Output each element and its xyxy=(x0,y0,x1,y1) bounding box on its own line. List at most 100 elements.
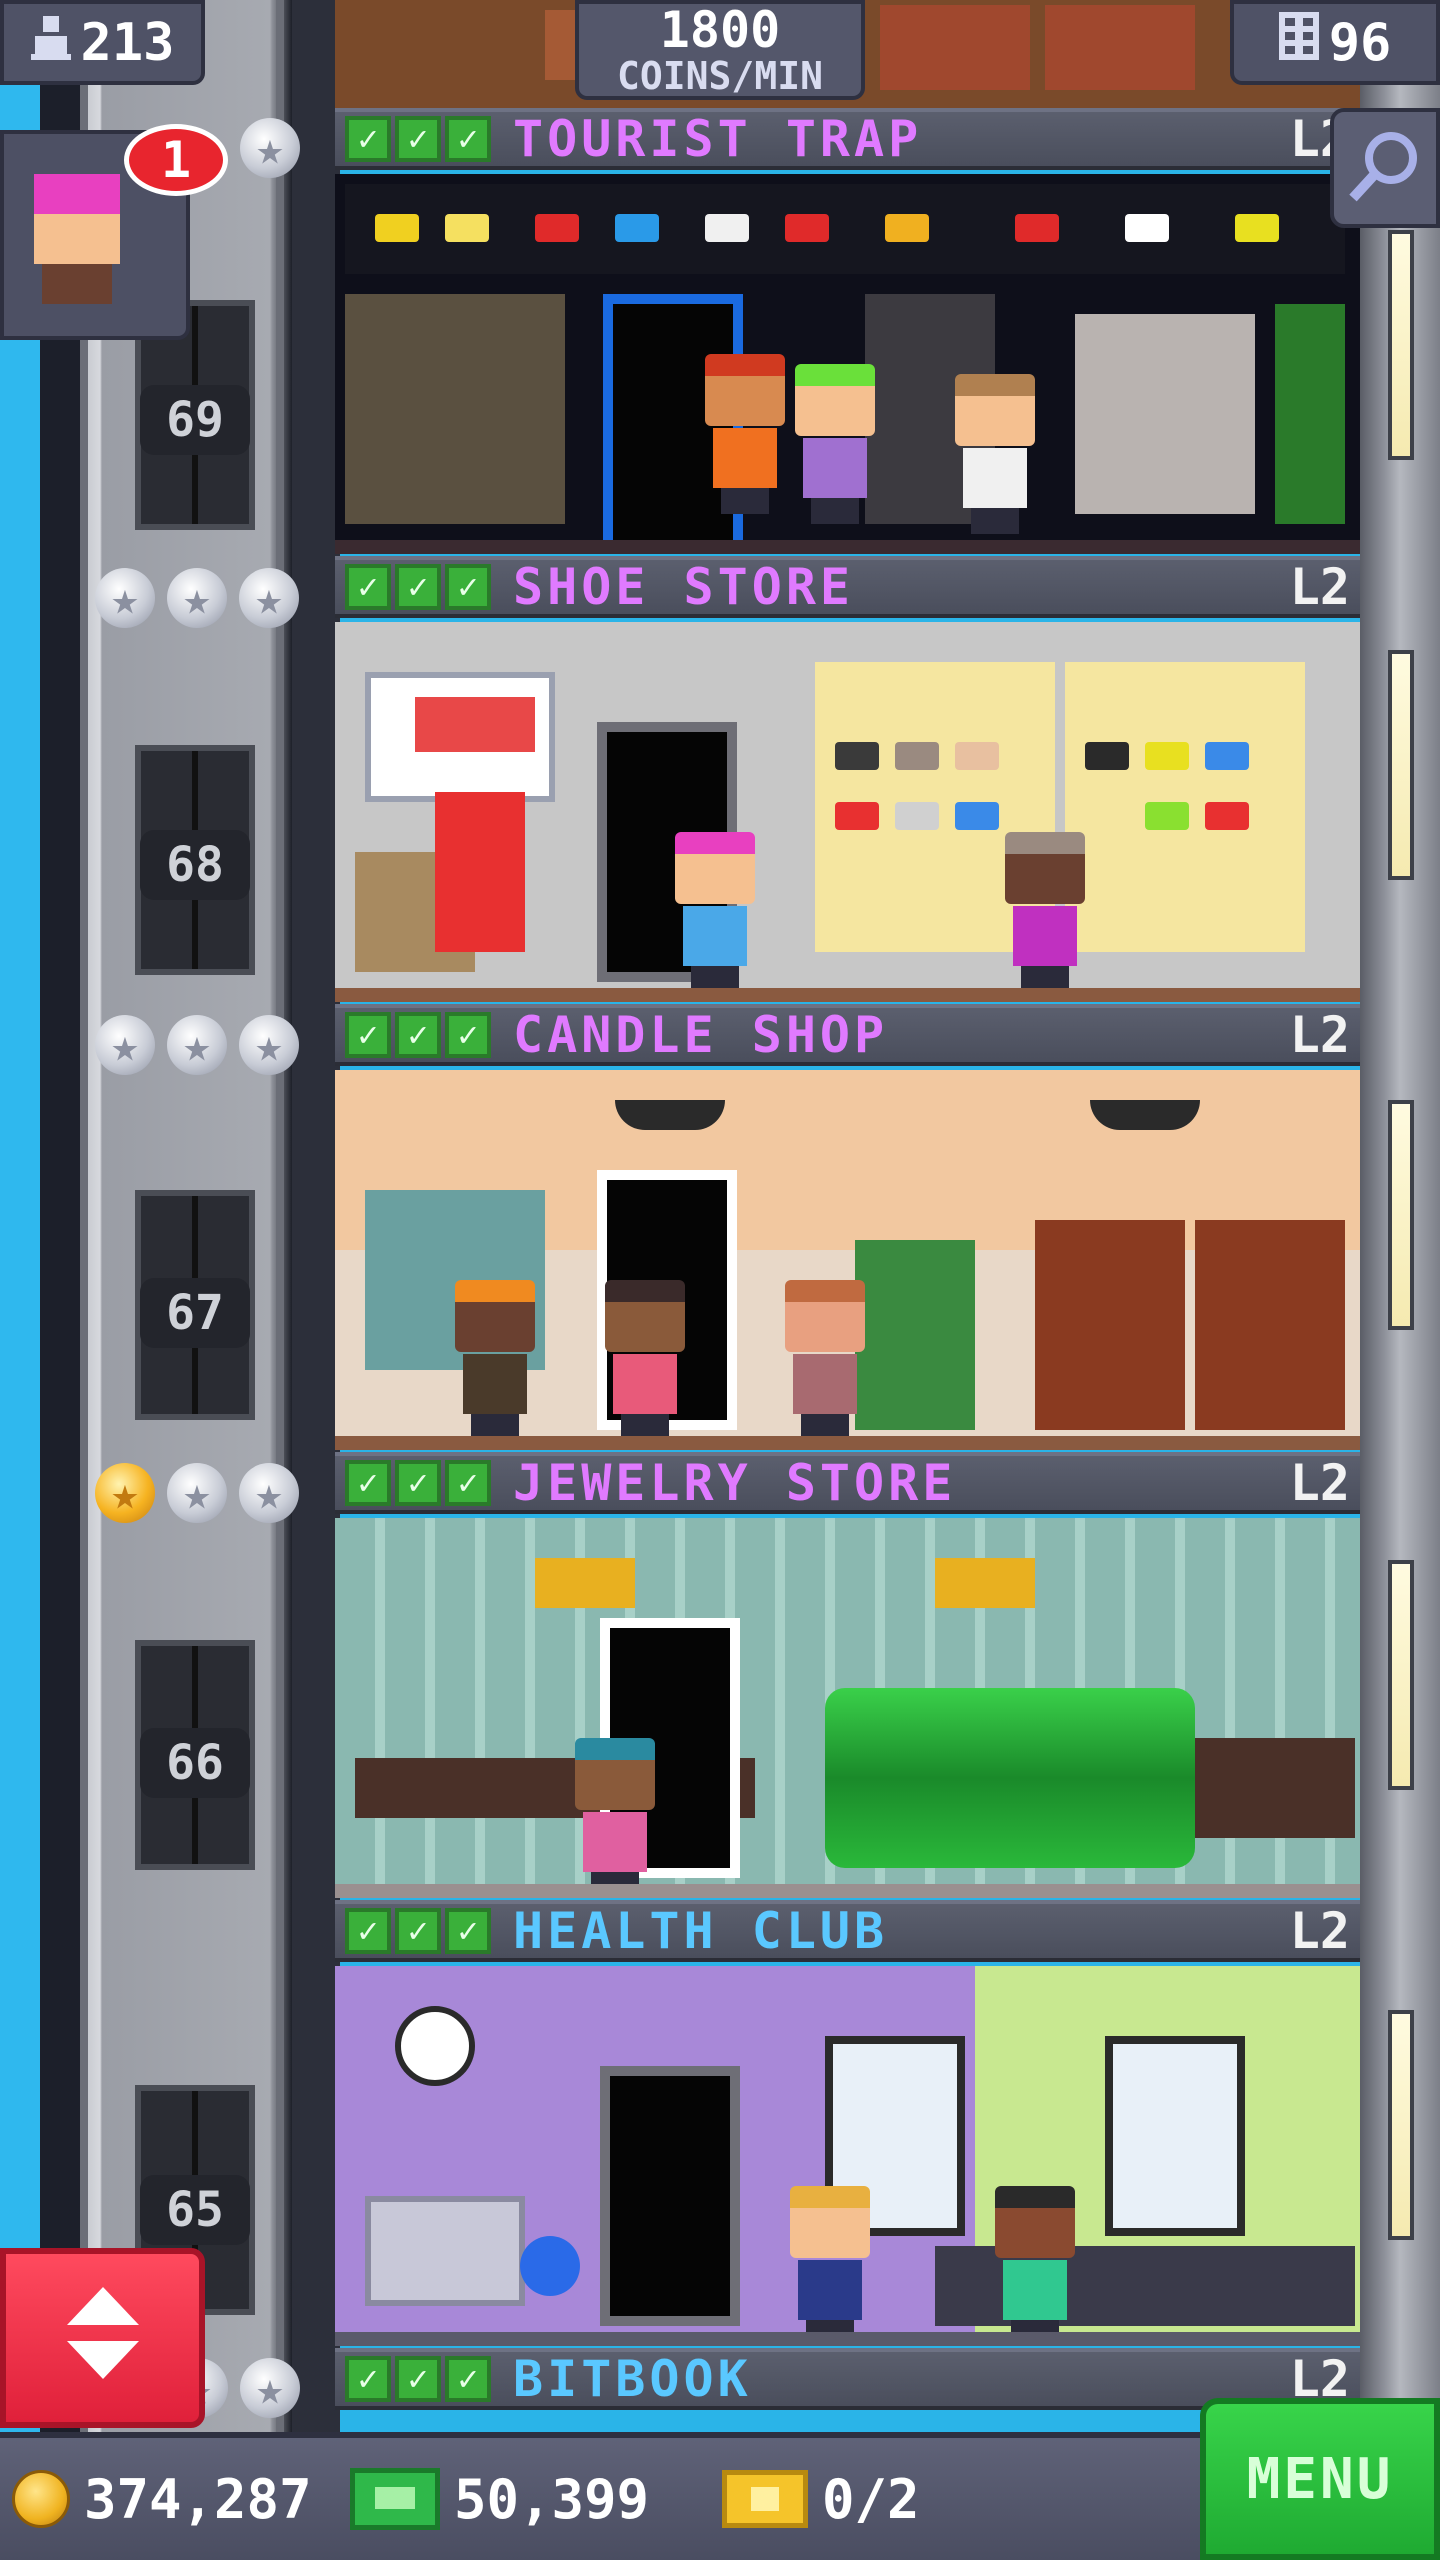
bux-display[interactable]: 50,399 xyxy=(350,2438,649,2560)
stock-checks: ✓ ✓ ✓ xyxy=(345,1908,491,1954)
bitizen[interactable] xyxy=(785,1280,865,1440)
floor-label-bar[interactable]: ✓ ✓ ✓ TOURIST TRAP L2 xyxy=(335,108,1360,170)
check-icon: ✓ xyxy=(345,1908,391,1954)
shoe-graphic xyxy=(415,697,535,752)
floor-name: SHOE STORE xyxy=(513,558,855,616)
stock-checks: ✓ ✓ ✓ xyxy=(345,564,491,610)
shoe-item xyxy=(1145,802,1189,830)
bitizen[interactable] xyxy=(795,364,875,524)
bitizen[interactable] xyxy=(455,1280,535,1440)
floor-label-bar[interactable]: ✓ ✓ ✓ HEALTH CLUB L2 xyxy=(335,1900,1360,1962)
ceiling-lamp xyxy=(1090,1100,1200,1130)
check-icon: ✓ xyxy=(445,116,491,162)
floor-number: 65 xyxy=(140,2175,250,2245)
floors-counter[interactable]: 96 xyxy=(1230,0,1440,85)
silver-star-icon: ★ xyxy=(239,568,299,628)
room-decor xyxy=(880,5,1030,90)
floor-name: JEWELRY STORE xyxy=(513,1454,957,1512)
floor-label-bar[interactable]: ✓ ✓ ✓ CANDLE SHOP L2 xyxy=(335,1004,1360,1066)
room-interior[interactable] xyxy=(335,1070,1360,1450)
candle-shelf xyxy=(1035,1220,1185,1430)
merch-item xyxy=(615,214,659,242)
person-icon xyxy=(30,13,71,73)
silver-star-icon: ★ xyxy=(240,2358,300,2418)
room-interior[interactable] xyxy=(335,1966,1360,2346)
magnifier-icon xyxy=(1347,128,1423,208)
merch-rack xyxy=(1275,304,1345,524)
bux-value: 50,399 xyxy=(454,2467,650,2531)
room-interior[interactable] xyxy=(335,1518,1360,1898)
menu-button[interactable]: MENU xyxy=(1200,2398,1440,2560)
search-button[interactable] xyxy=(1330,108,1440,228)
bitizen[interactable] xyxy=(705,354,785,514)
ceiling-lamp xyxy=(615,1100,725,1130)
shoe-item xyxy=(1205,742,1249,770)
coin-icon xyxy=(12,2470,70,2528)
bux-icon xyxy=(350,2468,440,2530)
candle-shelf xyxy=(1195,1220,1345,1430)
check-icon: ✓ xyxy=(395,1908,441,1954)
exercise-ball xyxy=(520,2236,580,2296)
coins-per-minute: 1800 COINS/MIN xyxy=(575,0,865,100)
bitizen[interactable] xyxy=(955,374,1035,534)
elevator-button[interactable] xyxy=(0,2248,205,2428)
shoe-item xyxy=(835,742,879,770)
floor-stars: ★ ★ ★ xyxy=(95,568,299,628)
shaft-rail-left xyxy=(80,0,88,2440)
room-interior[interactable] xyxy=(335,174,1360,554)
stock-checks: ✓ ✓ ✓ xyxy=(345,116,491,162)
merch-item xyxy=(785,214,829,242)
stock-checks: ✓ ✓ ✓ xyxy=(345,2356,491,2402)
bitizen[interactable] xyxy=(605,1280,685,1440)
floor-number: 69 xyxy=(140,385,250,455)
shoe-item xyxy=(1145,742,1189,770)
coins-per-min-unit: COINS/MIN xyxy=(617,54,823,98)
floor-number: 67 xyxy=(140,1278,250,1348)
shoe-item xyxy=(1085,742,1129,770)
tickets-display[interactable]: 0/2 xyxy=(722,2438,920,2560)
population-counter[interactable]: 213 xyxy=(0,0,205,85)
check-icon: ✓ xyxy=(445,1012,491,1058)
bitizen[interactable] xyxy=(675,832,755,992)
bitizen[interactable] xyxy=(1005,832,1085,992)
warp-pipe[interactable] xyxy=(825,1688,1195,1868)
floor-number: 68 xyxy=(140,830,250,900)
coins-value: 374,287 xyxy=(84,2467,312,2531)
floor-name: TOURIST TRAP xyxy=(513,110,923,168)
shoe-item xyxy=(955,742,999,770)
coins-per-min-value: 1800 xyxy=(659,1,781,59)
bitizen[interactable] xyxy=(995,2186,1075,2346)
avatar xyxy=(34,174,124,304)
bitizen[interactable] xyxy=(790,2186,870,2346)
population-value: 213 xyxy=(80,12,175,73)
display-case xyxy=(1075,314,1255,514)
gold-star-icon: ★ xyxy=(95,1463,155,1523)
silver-star-icon: ★ xyxy=(167,568,227,628)
check-icon: ✓ xyxy=(345,116,391,162)
check-icon: ✓ xyxy=(345,1012,391,1058)
candle-display xyxy=(855,1240,975,1430)
check-icon: ✓ xyxy=(445,1908,491,1954)
floors-value: 96 xyxy=(1328,12,1392,73)
room-floor xyxy=(335,988,1360,1002)
floor-label-bar[interactable]: ✓ ✓ ✓ SHOE STORE L2 xyxy=(335,556,1360,618)
silver-star-icon: ★ xyxy=(95,1015,155,1075)
merch-rack xyxy=(345,294,565,524)
stock-checks: ✓ ✓ ✓ xyxy=(345,1460,491,1506)
floor-label-bar[interactable]: ✓ ✓ ✓ JEWELRY STORE L2 xyxy=(335,1452,1360,1514)
bitizen[interactable] xyxy=(575,1738,655,1898)
shaft-rail-right xyxy=(276,0,284,2440)
building-window xyxy=(1388,1560,1414,1790)
floor-level: L2 xyxy=(1289,558,1350,616)
room-interior[interactable] xyxy=(335,622,1360,1002)
silver-star-icon: ★ xyxy=(167,1015,227,1075)
check-icon: ✓ xyxy=(395,1460,441,1506)
building-window xyxy=(1388,650,1414,880)
notification-badge: 1 xyxy=(124,124,228,196)
shoebox-stack xyxy=(435,792,525,952)
coins-display[interactable]: 374,287 xyxy=(12,2438,312,2560)
gym-window xyxy=(1105,2036,1245,2236)
floor-stars: ★ ★ ★ xyxy=(95,1463,299,1523)
floor-name: HEALTH CLUB xyxy=(513,1902,889,1960)
silver-star-icon: ★ xyxy=(239,1463,299,1523)
